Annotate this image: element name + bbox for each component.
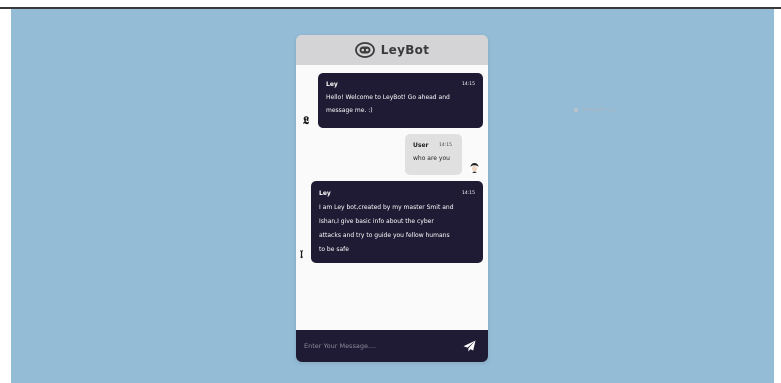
- bot-message-bubble: Ley 14:15 Hello! Welcome to LeyBot! Go a…: [318, 73, 483, 128]
- send-button[interactable]: [462, 339, 476, 353]
- message-time: 14:15: [462, 191, 475, 196]
- message-line: Hello! Welcome to LeyBot! Go ahead and: [326, 94, 450, 101]
- message-input-bar: [296, 330, 488, 362]
- message-line: to be safe: [319, 246, 349, 253]
- message-line: message me. :): [326, 107, 373, 114]
- chat-header: LeyBot: [296, 35, 488, 65]
- faint-hint: Messages Ley: [574, 107, 617, 113]
- user-message-bubble: User 14:15 who are you: [405, 134, 462, 175]
- message-sender: Ley: [319, 190, 331, 197]
- paper-plane-icon: [463, 340, 475, 352]
- message-sender: Ley: [326, 81, 338, 88]
- bot-avatar: 𝔩: [300, 248, 303, 261]
- message-line: who are you: [413, 155, 450, 162]
- message-input[interactable]: [304, 339, 454, 353]
- message-line: attacks and try to guide you fellow huma…: [319, 232, 450, 239]
- message-time: 14:15: [439, 143, 452, 148]
- right-edge: [774, 9, 781, 383]
- hint-icon: [574, 108, 578, 112]
- faint-hint-text: Messages Ley: [582, 107, 617, 113]
- bot-avatar: 𝕷: [303, 114, 310, 127]
- chat-title: LeyBot: [380, 43, 430, 57]
- user-avatar-icon: [469, 162, 480, 173]
- message-sender: User: [413, 142, 429, 149]
- window-top-edge: [0, 0, 781, 9]
- bot-icon: [354, 42, 375, 58]
- message-time: 14:15: [462, 82, 475, 87]
- message-line: I am Ley bot,created by my master Smit a…: [319, 204, 454, 211]
- chat-window: LeyBot Ley 14:15 Hello! Welcome to LeyBo…: [296, 35, 488, 362]
- bot-message-bubble: Ley 14:15 I am Ley bot,created by my mas…: [311, 181, 483, 263]
- message-line: Ishan,I give basic info about the cyber: [319, 218, 434, 225]
